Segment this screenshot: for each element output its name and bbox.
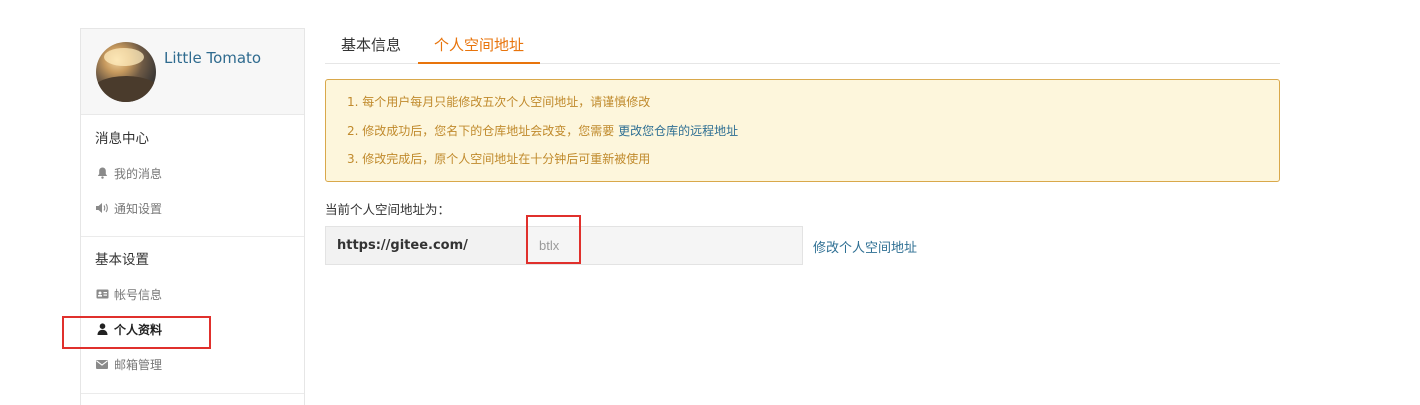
current-address-label: 当前个人空间地址为：	[325, 202, 451, 217]
sidebar-item-label: 我的消息	[114, 166, 163, 181]
sidebar-item-my-messages[interactable]: 我的消息	[95, 164, 290, 182]
message-center-section: 消息中心 我的消息 通知设置	[81, 115, 304, 217]
section-title-basic-settings: 基本设置	[95, 252, 149, 268]
sidebar-item-label: 通知设置	[114, 201, 163, 216]
notice-line-2: 2. 修改成功后，您名下的仓库地址会改变，您需要 更改您仓库的远程地址	[347, 121, 1279, 150]
section-title-message-center: 消息中心	[95, 131, 149, 147]
highlight-box-profile	[62, 316, 211, 349]
notice-line-3: 3. 修改完成后，原个人空间地址在十分钟后可重新被使用	[347, 152, 651, 166]
profile-header: Little Tomato	[81, 29, 304, 115]
sidebar-divider	[81, 393, 304, 394]
notice-line-2-text: 2. 修改成功后，您名下的仓库地址会改变，您需要	[347, 123, 615, 138]
sidebar-item-account-info[interactable]: 帐号信息	[95, 285, 290, 303]
sidebar-item-label: 邮箱管理	[114, 357, 163, 372]
change-remote-url-link[interactable]: 更改您仓库的远程地址	[618, 124, 738, 138]
bell-icon	[95, 166, 109, 180]
envelope-icon	[95, 357, 109, 371]
address-prefix: https://gitee.com/	[326, 227, 526, 264]
sidebar-item-email-management[interactable]: 邮箱管理	[95, 355, 290, 373]
edit-address-link[interactable]: 修改个人空间地址	[813, 237, 917, 256]
speaker-icon	[95, 201, 109, 215]
highlight-box-address	[526, 215, 581, 264]
tab-personal-space-address[interactable]: 个人空间地址	[418, 30, 541, 64]
notice-line-1: 1. 每个用户每月只能修改五次个人空间地址，请谨慎修改	[347, 95, 651, 109]
sidebar-item-label: 帐号信息	[114, 287, 163, 302]
settings-tabs: 基本信息 个人空间地址	[325, 30, 1280, 64]
sidebar-item-notification-settings[interactable]: 通知设置	[95, 199, 290, 217]
username[interactable]: Little Tomato	[164, 49, 261, 67]
warning-notice: 1. 每个用户每月只能修改五次个人空间地址，请谨慎修改 2. 修改成功后，您名下…	[325, 79, 1280, 182]
id-card-icon	[95, 287, 109, 301]
avatar[interactable]	[96, 42, 156, 102]
tab-basic-info[interactable]: 基本信息	[325, 30, 417, 64]
basic-settings-section: 基本设置 帐号信息 个人资料 邮箱管理	[81, 237, 304, 373]
